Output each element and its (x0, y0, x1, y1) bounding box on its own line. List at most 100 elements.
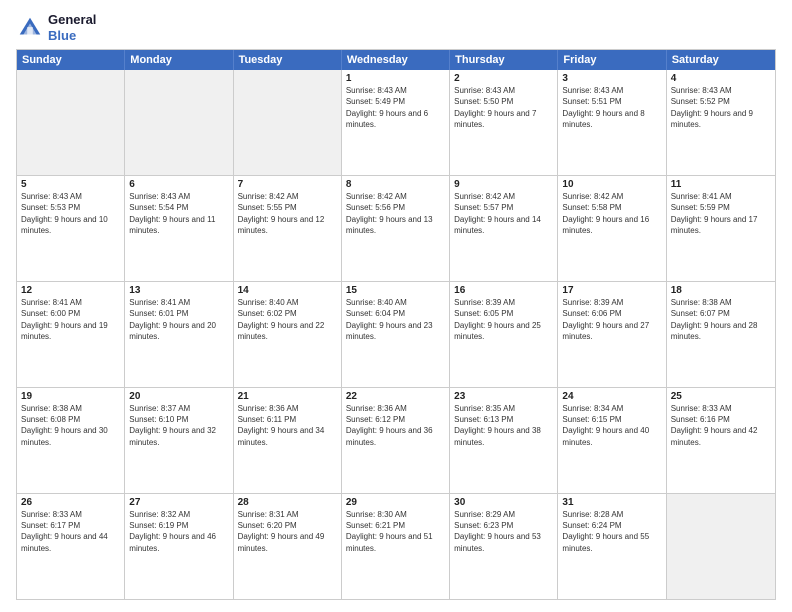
day-cell-8: 8Sunrise: 8:42 AM Sunset: 5:56 PM Daylig… (342, 176, 450, 281)
page: General Blue SundayMondayTuesdayWednesda… (0, 0, 792, 612)
day-info: Sunrise: 8:42 AM Sunset: 5:55 PM Dayligh… (238, 191, 337, 236)
day-info: Sunrise: 8:42 AM Sunset: 5:56 PM Dayligh… (346, 191, 445, 236)
day-info: Sunrise: 8:40 AM Sunset: 6:04 PM Dayligh… (346, 297, 445, 342)
day-cell-16: 16Sunrise: 8:39 AM Sunset: 6:05 PM Dayli… (450, 282, 558, 387)
day-number: 31 (562, 497, 661, 508)
day-cell-31: 31Sunrise: 8:28 AM Sunset: 6:24 PM Dayli… (558, 494, 666, 599)
day-cell-13: 13Sunrise: 8:41 AM Sunset: 6:01 PM Dayli… (125, 282, 233, 387)
day-number: 28 (238, 497, 337, 508)
day-number: 13 (129, 285, 228, 296)
day-number: 2 (454, 73, 553, 84)
day-info: Sunrise: 8:43 AM Sunset: 5:54 PM Dayligh… (129, 191, 228, 236)
day-info: Sunrise: 8:41 AM Sunset: 5:59 PM Dayligh… (671, 191, 771, 236)
day-number: 10 (562, 179, 661, 190)
day-number: 25 (671, 391, 771, 402)
day-cell-20: 20Sunrise: 8:37 AM Sunset: 6:10 PM Dayli… (125, 388, 233, 493)
day-cell-18: 18Sunrise: 8:38 AM Sunset: 6:07 PM Dayli… (667, 282, 775, 387)
logo-line2: Blue (48, 28, 96, 44)
day-number: 14 (238, 285, 337, 296)
logo-icon (16, 14, 44, 42)
day-info: Sunrise: 8:43 AM Sunset: 5:51 PM Dayligh… (562, 85, 661, 130)
day-info: Sunrise: 8:32 AM Sunset: 6:19 PM Dayligh… (129, 509, 228, 554)
day-number: 26 (21, 497, 120, 508)
empty-cell-0-0 (17, 70, 125, 175)
day-number: 16 (454, 285, 553, 296)
day-cell-1: 1Sunrise: 8:43 AM Sunset: 5:49 PM Daylig… (342, 70, 450, 175)
day-number: 8 (346, 179, 445, 190)
day-cell-28: 28Sunrise: 8:31 AM Sunset: 6:20 PM Dayli… (234, 494, 342, 599)
day-info: Sunrise: 8:35 AM Sunset: 6:13 PM Dayligh… (454, 403, 553, 448)
day-number: 30 (454, 497, 553, 508)
day-number: 20 (129, 391, 228, 402)
day-cell-4: 4Sunrise: 8:43 AM Sunset: 5:52 PM Daylig… (667, 70, 775, 175)
day-cell-21: 21Sunrise: 8:36 AM Sunset: 6:11 PM Dayli… (234, 388, 342, 493)
day-number: 15 (346, 285, 445, 296)
day-info: Sunrise: 8:34 AM Sunset: 6:15 PM Dayligh… (562, 403, 661, 448)
logo-line1: General (48, 12, 96, 28)
calendar-week-1: 1Sunrise: 8:43 AM Sunset: 5:49 PM Daylig… (17, 70, 775, 175)
day-number: 6 (129, 179, 228, 190)
calendar: SundayMondayTuesdayWednesdayThursdayFrid… (16, 49, 776, 600)
calendar-header: SundayMondayTuesdayWednesdayThursdayFrid… (17, 50, 775, 70)
day-info: Sunrise: 8:38 AM Sunset: 6:08 PM Dayligh… (21, 403, 120, 448)
day-cell-15: 15Sunrise: 8:40 AM Sunset: 6:04 PM Dayli… (342, 282, 450, 387)
day-cell-6: 6Sunrise: 8:43 AM Sunset: 5:54 PM Daylig… (125, 176, 233, 281)
day-number: 23 (454, 391, 553, 402)
day-cell-11: 11Sunrise: 8:41 AM Sunset: 5:59 PM Dayli… (667, 176, 775, 281)
calendar-week-3: 12Sunrise: 8:41 AM Sunset: 6:00 PM Dayli… (17, 281, 775, 387)
day-info: Sunrise: 8:37 AM Sunset: 6:10 PM Dayligh… (129, 403, 228, 448)
empty-cell-4-6 (667, 494, 775, 599)
day-header-friday: Friday (558, 50, 666, 70)
day-number: 21 (238, 391, 337, 402)
day-cell-30: 30Sunrise: 8:29 AM Sunset: 6:23 PM Dayli… (450, 494, 558, 599)
day-number: 24 (562, 391, 661, 402)
day-info: Sunrise: 8:36 AM Sunset: 6:11 PM Dayligh… (238, 403, 337, 448)
day-number: 7 (238, 179, 337, 190)
day-info: Sunrise: 8:42 AM Sunset: 5:57 PM Dayligh… (454, 191, 553, 236)
day-cell-25: 25Sunrise: 8:33 AM Sunset: 6:16 PM Dayli… (667, 388, 775, 493)
day-cell-19: 19Sunrise: 8:38 AM Sunset: 6:08 PM Dayli… (17, 388, 125, 493)
calendar-week-4: 19Sunrise: 8:38 AM Sunset: 6:08 PM Dayli… (17, 387, 775, 493)
calendar-week-2: 5Sunrise: 8:43 AM Sunset: 5:53 PM Daylig… (17, 175, 775, 281)
day-number: 4 (671, 73, 771, 84)
day-cell-3: 3Sunrise: 8:43 AM Sunset: 5:51 PM Daylig… (558, 70, 666, 175)
day-info: Sunrise: 8:40 AM Sunset: 6:02 PM Dayligh… (238, 297, 337, 342)
day-info: Sunrise: 8:39 AM Sunset: 6:05 PM Dayligh… (454, 297, 553, 342)
day-number: 9 (454, 179, 553, 190)
day-cell-9: 9Sunrise: 8:42 AM Sunset: 5:57 PM Daylig… (450, 176, 558, 281)
day-info: Sunrise: 8:41 AM Sunset: 6:01 PM Dayligh… (129, 297, 228, 342)
header: General Blue (16, 12, 776, 43)
day-info: Sunrise: 8:30 AM Sunset: 6:21 PM Dayligh… (346, 509, 445, 554)
day-header-wednesday: Wednesday (342, 50, 450, 70)
empty-cell-0-2 (234, 70, 342, 175)
day-cell-24: 24Sunrise: 8:34 AM Sunset: 6:15 PM Dayli… (558, 388, 666, 493)
empty-cell-0-1 (125, 70, 233, 175)
day-info: Sunrise: 8:42 AM Sunset: 5:58 PM Dayligh… (562, 191, 661, 236)
day-cell-14: 14Sunrise: 8:40 AM Sunset: 6:02 PM Dayli… (234, 282, 342, 387)
day-header-thursday: Thursday (450, 50, 558, 70)
day-info: Sunrise: 8:43 AM Sunset: 5:53 PM Dayligh… (21, 191, 120, 236)
day-info: Sunrise: 8:36 AM Sunset: 6:12 PM Dayligh… (346, 403, 445, 448)
day-number: 3 (562, 73, 661, 84)
day-info: Sunrise: 8:43 AM Sunset: 5:50 PM Dayligh… (454, 85, 553, 130)
day-cell-23: 23Sunrise: 8:35 AM Sunset: 6:13 PM Dayli… (450, 388, 558, 493)
day-info: Sunrise: 8:28 AM Sunset: 6:24 PM Dayligh… (562, 509, 661, 554)
day-cell-27: 27Sunrise: 8:32 AM Sunset: 6:19 PM Dayli… (125, 494, 233, 599)
day-number: 12 (21, 285, 120, 296)
day-number: 19 (21, 391, 120, 402)
day-header-saturday: Saturday (667, 50, 775, 70)
day-header-monday: Monday (125, 50, 233, 70)
day-info: Sunrise: 8:33 AM Sunset: 6:17 PM Dayligh… (21, 509, 120, 554)
calendar-week-5: 26Sunrise: 8:33 AM Sunset: 6:17 PM Dayli… (17, 493, 775, 599)
day-cell-12: 12Sunrise: 8:41 AM Sunset: 6:00 PM Dayli… (17, 282, 125, 387)
day-info: Sunrise: 8:31 AM Sunset: 6:20 PM Dayligh… (238, 509, 337, 554)
day-number: 22 (346, 391, 445, 402)
day-cell-10: 10Sunrise: 8:42 AM Sunset: 5:58 PM Dayli… (558, 176, 666, 281)
day-number: 29 (346, 497, 445, 508)
day-info: Sunrise: 8:41 AM Sunset: 6:00 PM Dayligh… (21, 297, 120, 342)
day-info: Sunrise: 8:29 AM Sunset: 6:23 PM Dayligh… (454, 509, 553, 554)
day-cell-29: 29Sunrise: 8:30 AM Sunset: 6:21 PM Dayli… (342, 494, 450, 599)
day-info: Sunrise: 8:39 AM Sunset: 6:06 PM Dayligh… (562, 297, 661, 342)
calendar-body: 1Sunrise: 8:43 AM Sunset: 5:49 PM Daylig… (17, 70, 775, 599)
day-cell-7: 7Sunrise: 8:42 AM Sunset: 5:55 PM Daylig… (234, 176, 342, 281)
